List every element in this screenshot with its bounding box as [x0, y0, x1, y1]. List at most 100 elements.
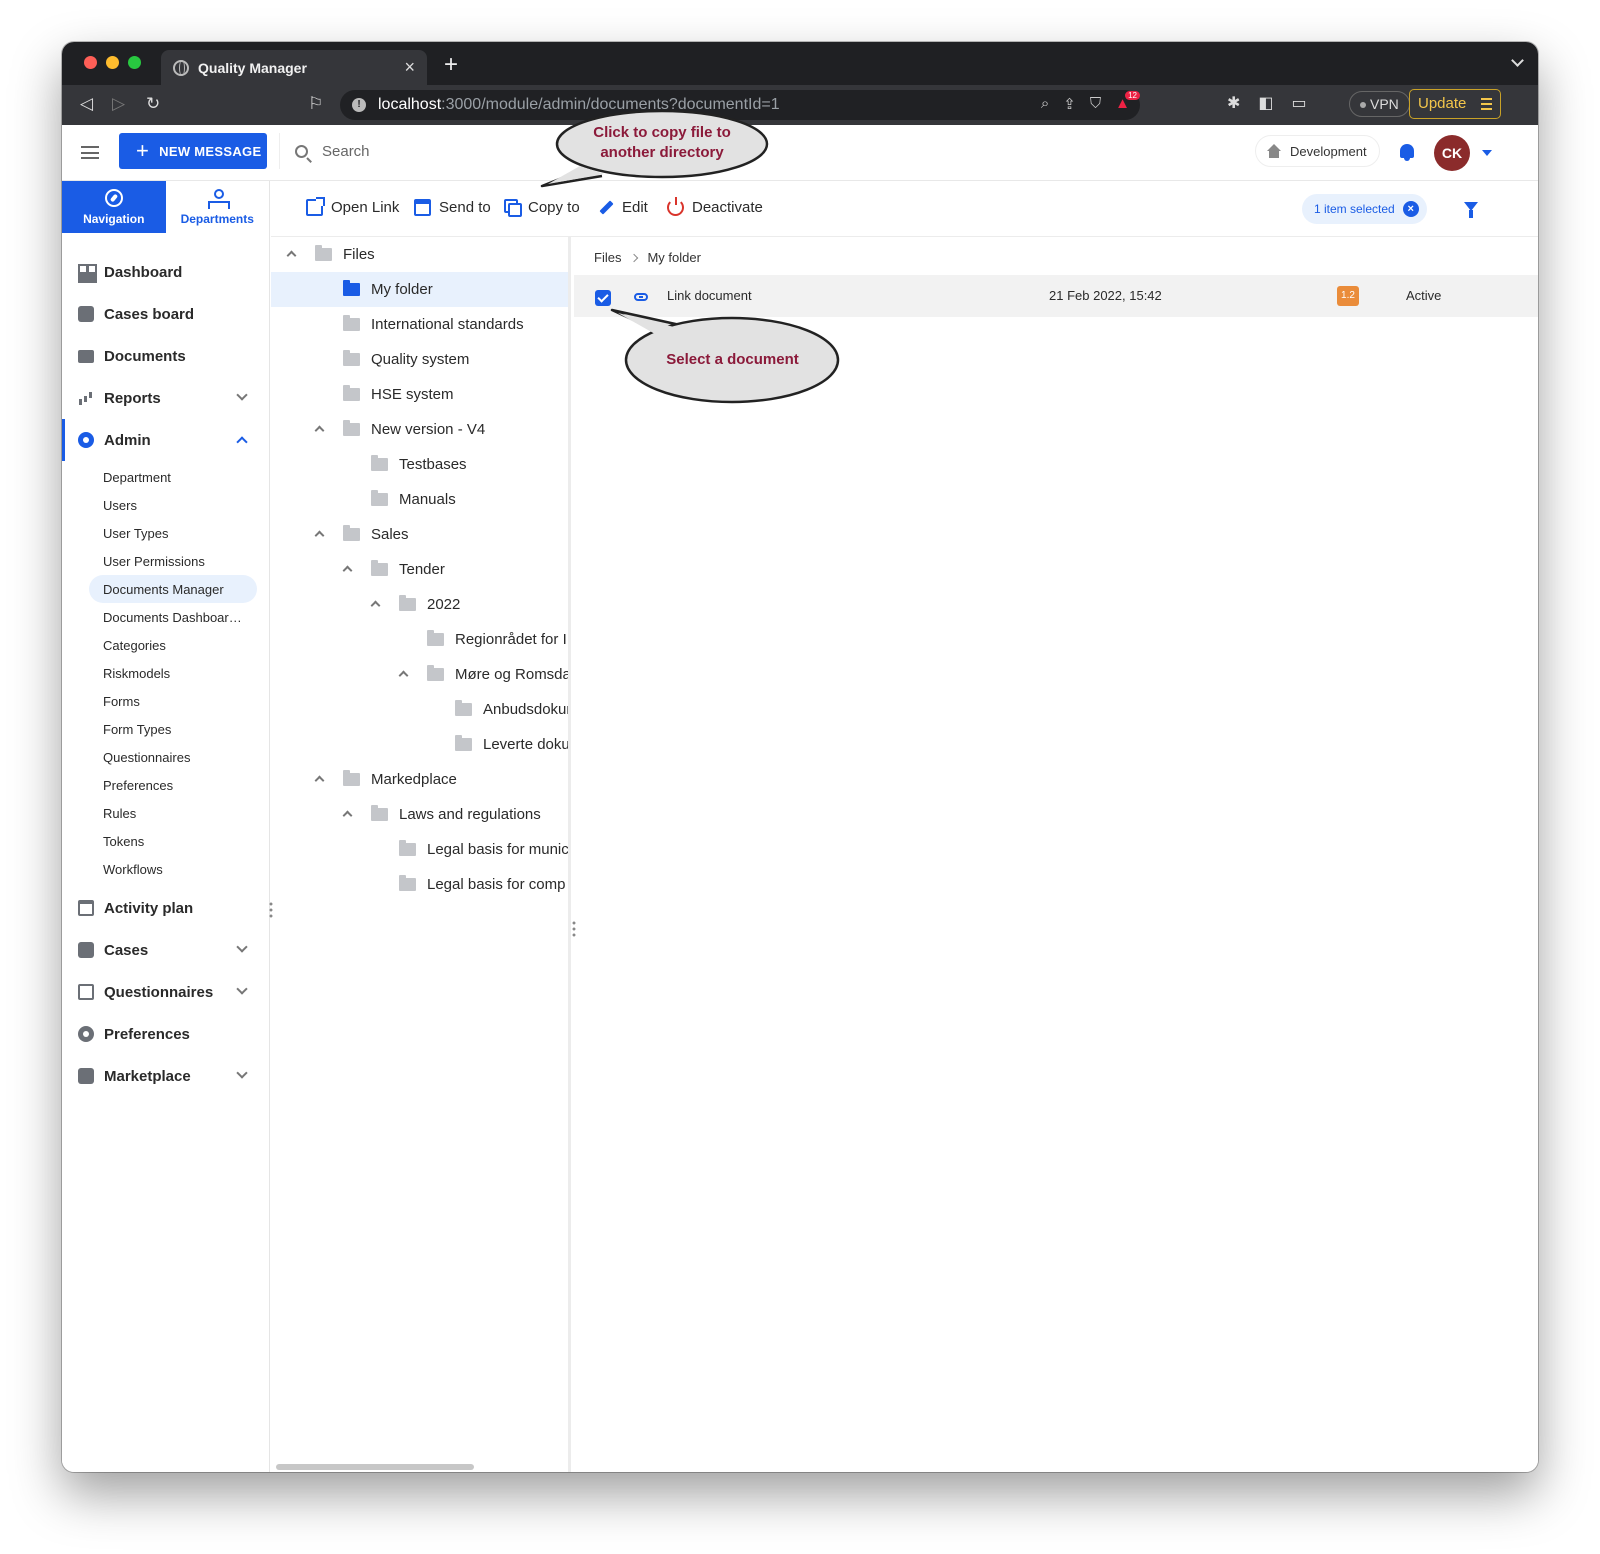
subnav-item-rules[interactable]: Rules [62, 799, 270, 827]
back-icon[interactable]: ◁ [80, 94, 93, 114]
subnav-item-documents-dashboard[interactable]: Documents Dashboar… [62, 603, 270, 631]
tree-row[interactable]: Laws and regulations [271, 797, 568, 832]
tree-row[interactable]: Sales [271, 517, 568, 552]
subnav-item-questionnaires[interactable]: Questionnaires [62, 743, 270, 771]
sidebar-item-documents[interactable]: Documents [62, 335, 270, 377]
tab-navigation[interactable]: Navigation [62, 181, 166, 233]
chevron-up-icon[interactable] [314, 425, 325, 436]
chevron-up-icon[interactable] [314, 775, 325, 786]
tree-horizontal-scrollbar[interactable] [276, 1464, 474, 1470]
chevron-up-icon[interactable] [342, 810, 353, 821]
chevron-up-icon[interactable] [370, 600, 381, 611]
tab-close-icon[interactable]: × [404, 57, 415, 78]
subnav-item-documents-manager[interactable]: Documents Manager [89, 575, 257, 603]
maximize-window-button[interactable] [128, 56, 141, 69]
sidebar-item-cases[interactable]: Cases [62, 929, 270, 971]
bookmark-icon[interactable]: ⚐ [308, 94, 323, 114]
deactivate-button[interactable]: Deactivate [667, 197, 763, 216]
edit-button[interactable]: Edit [599, 199, 648, 216]
sidebar-toggle-icon[interactable]: ◧ [1258, 93, 1273, 113]
tree-row[interactable]: HSE system [271, 377, 568, 412]
bell-icon[interactable] [1400, 144, 1414, 161]
subnav-item-users[interactable]: Users [62, 491, 270, 519]
tree-row[interactable]: Anbudsdokur [271, 692, 568, 727]
tab-departments[interactable]: Departments [165, 181, 269, 233]
extensions-icon[interactable]: ✱ [1227, 93, 1240, 113]
forward-icon[interactable]: ▷ [112, 94, 125, 114]
hamburger-menu-icon[interactable] [81, 146, 99, 159]
subnav-item-preferences[interactable]: Preferences [62, 771, 270, 799]
environment-chip[interactable]: Development [1255, 135, 1380, 167]
wallet-icon[interactable]: ▭ [1292, 93, 1307, 113]
site-info-icon[interactable]: ! [352, 98, 366, 112]
row-checkbox[interactable] [595, 290, 611, 306]
chevron-up-icon[interactable] [398, 670, 409, 681]
subnav-item-user-types[interactable]: User Types [62, 519, 270, 547]
minimize-window-button[interactable] [106, 56, 119, 69]
tree-row[interactable]: Legal basis for munic [271, 832, 568, 867]
open-link-button[interactable]: Open Link [306, 197, 399, 216]
update-button[interactable]: Update [1409, 89, 1501, 119]
close-window-button[interactable] [84, 56, 97, 69]
tree-row[interactable]: Quality system [271, 342, 568, 377]
tree-row[interactable]: Regionrådet for I [271, 622, 568, 657]
search-input[interactable] [322, 142, 562, 160]
share-icon[interactable]: ⇪ [1063, 95, 1076, 113]
clear-selection-icon[interactable]: × [1402, 201, 1419, 217]
new-message-button[interactable]: + NEW MESSAGE [119, 133, 267, 169]
tree-row[interactable]: International standards [271, 307, 568, 342]
subnav-item-department[interactable]: Department [62, 463, 270, 491]
tree-row[interactable]: Legal basis for comp [271, 867, 568, 902]
sidebar-item-dashboard[interactable]: Dashboard [62, 251, 270, 293]
sidebar-item-reports[interactable]: Reports [62, 377, 270, 419]
subnav-item-forms[interactable]: Forms [62, 687, 270, 715]
tree-row-label: New version - V4 [371, 421, 486, 438]
tree-row[interactable]: Manuals [271, 482, 568, 517]
copy-to-label: Copy to [528, 199, 580, 216]
new-tab-button[interactable]: + [444, 51, 458, 79]
avatar[interactable]: CK [1434, 135, 1470, 171]
tree-row[interactable]: Markedplace [271, 762, 568, 797]
tree-row[interactable]: 2022 [271, 587, 568, 622]
select-callout: Select a document [610, 308, 840, 408]
tree-row[interactable]: Leverte doku [271, 727, 568, 762]
brave-rewards-icon[interactable]: ▲ 12 [1115, 91, 1140, 113]
sidebar-item-preferences[interactable]: Preferences [62, 1013, 270, 1055]
tree-row[interactable]: My folder [271, 272, 568, 307]
tree-row[interactable]: Tender [271, 552, 568, 587]
vpn-button[interactable]: VPN [1349, 91, 1410, 117]
sidebar-item-admin[interactable]: Admin [62, 419, 270, 461]
document-name[interactable]: Link document [667, 288, 752, 303]
tree-row[interactable]: Møre og Romsda [271, 657, 568, 692]
chevron-up-icon[interactable] [342, 565, 353, 576]
send-to-button[interactable]: Send to [414, 199, 491, 216]
folder-tree: Files My folder International standards Qua… [271, 237, 571, 1472]
update-label: Update [1418, 95, 1467, 112]
subnav-item-form-types[interactable]: Form Types [62, 715, 270, 743]
subnav-item-categories[interactable]: Categories [62, 631, 270, 659]
zoom-icon[interactable]: ⌕ [1041, 95, 1049, 113]
vpn-label: VPN [1370, 96, 1399, 112]
sidebar-item-questionnaires[interactable]: Questionnaires [62, 971, 270, 1013]
browser-tab[interactable]: Quality Manager × [161, 50, 427, 85]
tree-row[interactable]: Testbases [271, 447, 568, 482]
caret-down-icon[interactable] [1482, 150, 1492, 156]
reload-icon[interactable]: ↻ [146, 94, 160, 114]
subnav-item-riskmodels[interactable]: Riskmodels [62, 659, 270, 687]
chevron-up-icon[interactable] [286, 250, 297, 261]
sidebar-item-activity-plan[interactable]: Activity plan [62, 887, 270, 929]
filter-icon[interactable] [1464, 202, 1478, 218]
copy-to-button[interactable]: Copy to [506, 199, 580, 217]
tree-row[interactable]: Files [271, 237, 568, 272]
subnav-item-user-permissions[interactable]: User Permissions [62, 547, 270, 575]
brave-shield-icon[interactable]: ⛉ [1090, 95, 1101, 113]
sidebar-item-cases-board[interactable]: Cases board [62, 293, 270, 335]
dashboard-icon [78, 264, 94, 280]
tree-row[interactable]: New version - V4 [271, 412, 568, 447]
chevron-up-icon[interactable] [314, 530, 325, 541]
tab-list-chevron-icon[interactable] [1511, 54, 1524, 67]
subnav-item-workflows[interactable]: Workflows [62, 855, 270, 883]
breadcrumb-item-files[interactable]: Files [594, 250, 621, 265]
sidebar-item-marketplace[interactable]: Marketplace [62, 1055, 270, 1097]
subnav-item-tokens[interactable]: Tokens [62, 827, 270, 855]
